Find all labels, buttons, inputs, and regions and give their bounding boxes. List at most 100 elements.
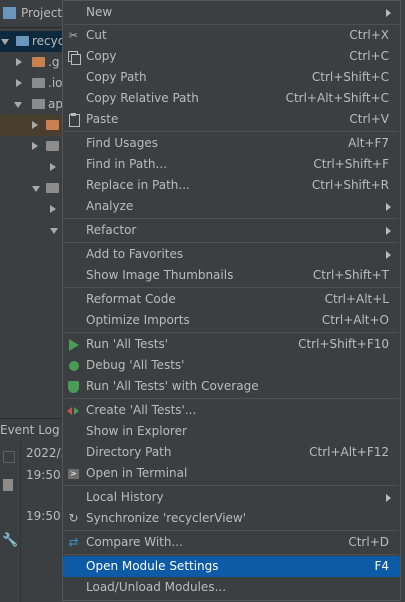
separator [64, 554, 399, 555]
menu-item-open-module-settings[interactable]: Open Module Settings F4 [63, 556, 400, 577]
folder-icon [46, 141, 59, 151]
event-log-title[interactable]: Event Log [0, 423, 60, 437]
menu-item-run-with-coverage[interactable]: Run 'All Tests' with Coverage [63, 376, 400, 397]
copy-icon [67, 50, 81, 65]
menu-item-label: Show Image Thumbnails [86, 268, 234, 282]
chevron-right-icon[interactable] [32, 121, 38, 129]
menu-item-local-history[interactable]: Local History [63, 487, 400, 508]
create-test-icon [67, 404, 80, 417]
project-tool-window-header[interactable]: Project [0, 0, 62, 28]
run-icon [67, 338, 80, 351]
menu-item-load-unload-modules[interactable]: Load/Unload Modules... [63, 577, 400, 598]
context-menu: New ✂ Cut Ctrl+X Copy Ctrl+C Copy Path C… [62, 0, 401, 601]
menu-item-new[interactable]: New [63, 2, 400, 23]
tree-row-build[interactable] [0, 115, 62, 136]
menu-item-label: Paste [86, 112, 119, 126]
menu-item-shortcut: Ctrl+Alt+F12 [309, 445, 389, 459]
tree-row-java[interactable] [0, 199, 62, 220]
folder-icon [46, 183, 59, 193]
menu-item-label: New [86, 5, 113, 19]
menu-item-label: Local History [86, 490, 164, 504]
terminal-icon: > [67, 467, 80, 480]
debug-icon [67, 359, 80, 372]
menu-item-shortcut: Ctrl+Shift+C [311, 70, 389, 84]
event-log-panel: Event Log 🔧 2022/3 19:50 19:50 [0, 418, 68, 602]
menu-item-optimize-imports[interactable]: Optimize Imports Ctrl+Alt+O [63, 310, 400, 331]
tree-item-label: .io [48, 76, 63, 90]
menu-item-copy[interactable]: Copy Ctrl+C [63, 46, 400, 67]
chevron-down-icon[interactable] [50, 228, 58, 234]
chevron-right-icon[interactable] [16, 58, 22, 66]
chevron-right-icon[interactable] [50, 205, 56, 213]
menu-item-copy-relative-path[interactable]: Copy Relative Path Ctrl+Alt+Shift+C [63, 88, 400, 109]
menu-item-label: Cut [86, 28, 107, 42]
menu-item-add-to-favorites[interactable]: Add to Favorites [63, 244, 400, 265]
chevron-down-icon[interactable] [32, 186, 40, 192]
menu-item-shortcut: Alt+F7 [348, 136, 389, 150]
tree-item-label: recyc [32, 34, 65, 48]
menu-item-synchronize[interactable]: ↻ Synchronize 'recyclerView' [63, 508, 400, 529]
tree-row-app[interactable]: ap [0, 94, 63, 115]
tree-item-label: .g [48, 55, 60, 69]
menu-item-label: Replace in Path... [86, 178, 190, 192]
menu-item-debug-all-tests[interactable]: Debug 'All Tests' [63, 355, 400, 376]
menu-item-label: Find Usages [86, 136, 159, 150]
menu-item-label: Copy Path [86, 70, 147, 84]
tree-row-src[interactable] [0, 157, 62, 178]
menu-item-find-usages[interactable]: Find Usages Alt+F7 [63, 133, 400, 154]
menu-item-label: Create 'All Tests'... [86, 403, 197, 417]
folder-icon [32, 78, 45, 88]
menu-item-refactor[interactable]: Refactor [63, 220, 400, 241]
menu-item-compare-with[interactable]: ⇄ Compare With... Ctrl+D [63, 532, 400, 553]
tree-row-git[interactable]: .g [0, 52, 62, 73]
menu-item-shortcut: Ctrl+X [349, 28, 389, 42]
tree-row-res[interactable] [0, 220, 62, 241]
event-log-entry: 19:50 [26, 468, 61, 482]
menu-item-label: Load/Unload Modules... [86, 580, 227, 594]
chevron-down-icon[interactable] [14, 102, 22, 108]
chevron-right-icon[interactable] [32, 142, 38, 150]
separator [64, 398, 399, 399]
trash-icon[interactable] [3, 479, 13, 491]
menu-item-paste[interactable]: Paste Ctrl+V [63, 109, 400, 130]
folder-icon [16, 36, 29, 46]
menu-item-label: Open Module Settings [86, 559, 219, 573]
scissors-icon: ✂ [68, 29, 79, 42]
menu-item-analyze[interactable]: Analyze [63, 196, 400, 217]
project-title: Project [21, 6, 63, 20]
menu-item-run-all-tests[interactable]: Run 'All Tests' Ctrl+Shift+F10 [63, 334, 400, 355]
menu-item-reformat-code[interactable]: Reformat Code Ctrl+Alt+L [63, 289, 400, 310]
menu-item-open-in-terminal[interactable]: > Open in Terminal [63, 463, 400, 484]
submenu-arrow-icon [386, 203, 391, 211]
menu-item-label: Debug 'All Tests' [86, 358, 185, 372]
submenu-arrow-icon [386, 227, 391, 235]
menu-item-shortcut: F4 [374, 559, 389, 573]
menu-item-directory-path[interactable]: Directory Path Ctrl+Alt+F12 [63, 442, 400, 463]
menu-item-label: Find in Path... [86, 157, 167, 171]
menu-item-replace-in-path[interactable]: Replace in Path... Ctrl+Shift+R [63, 175, 400, 196]
menu-item-copy-path[interactable]: Copy Path Ctrl+Shift+C [63, 67, 400, 88]
menu-item-show-image-thumbnails[interactable]: Show Image Thumbnails Ctrl+Shift+T [63, 265, 400, 286]
menu-item-label: Copy Relative Path [86, 91, 199, 105]
menu-item-show-in-explorer[interactable]: Show in Explorer [63, 421, 400, 442]
module-folder-icon [32, 99, 45, 109]
tree-row-libs[interactable] [0, 136, 62, 157]
chevron-right-icon[interactable] [50, 163, 56, 171]
menu-item-find-in-path[interactable]: Find in Path... Ctrl+Shift+F [63, 154, 400, 175]
tree-row-main[interactable] [0, 178, 62, 199]
chevron-down-icon[interactable] [1, 39, 9, 45]
menu-item-shortcut: Ctrl+Alt+L [324, 292, 389, 306]
tree-row-root[interactable]: recyc [0, 31, 65, 52]
mark-read-icon[interactable] [3, 451, 15, 463]
tree-row-idea[interactable]: .io [0, 73, 63, 94]
menu-item-label: Open in Terminal [86, 466, 188, 480]
menu-item-cut[interactable]: ✂ Cut Ctrl+X [63, 25, 400, 46]
menu-item-shortcut: Ctrl+Shift+T [312, 268, 389, 282]
project-icon [3, 7, 16, 19]
menu-item-label: Copy [86, 49, 117, 63]
chevron-right-icon[interactable] [16, 79, 22, 87]
submenu-arrow-icon [386, 9, 391, 17]
menu-item-create-all-tests[interactable]: Create 'All Tests'... [63, 400, 400, 421]
wrench-icon[interactable]: 🔧 [2, 533, 18, 548]
event-log-toolbar: 🔧 [0, 441, 21, 602]
